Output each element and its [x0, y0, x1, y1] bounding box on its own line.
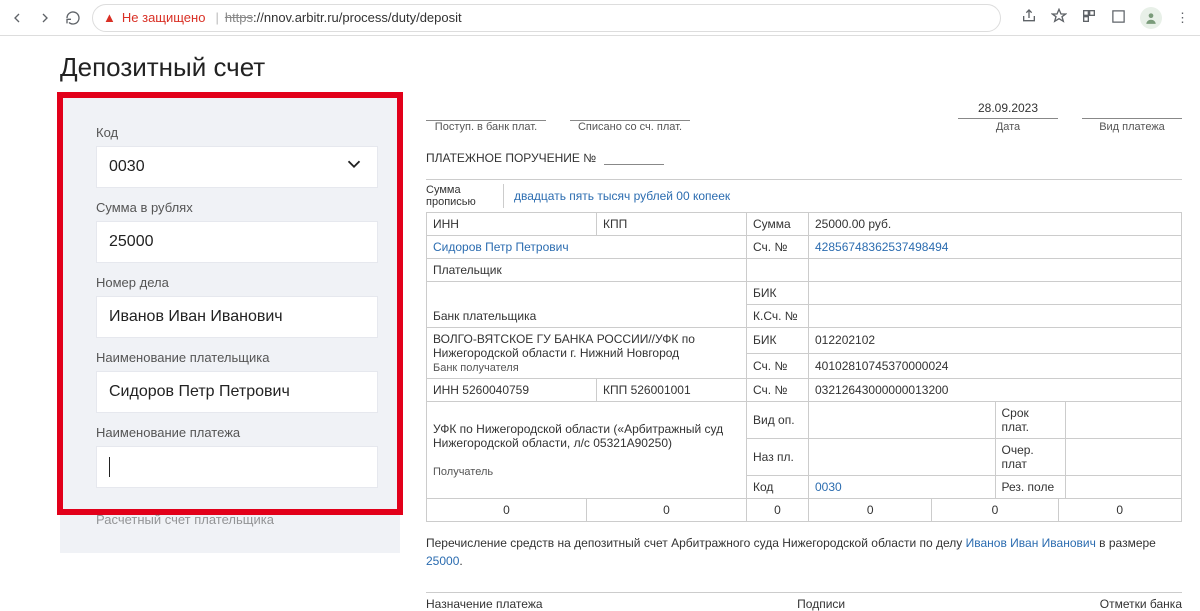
- payer-account-link[interactable]: 42856748362537498494: [815, 240, 948, 254]
- payment-grid: ИНН КПП Сумма 25000.00 руб. Сидоров Петр…: [426, 212, 1182, 522]
- profile-avatar[interactable]: [1140, 7, 1162, 29]
- reload-icon[interactable]: [64, 9, 82, 27]
- payment-order: Поступ. в банк плат. Списано со сч. плат…: [426, 95, 1182, 611]
- form-panel: Код 0030 Сумма в рублях 25000 Номер дела…: [60, 95, 400, 553]
- url-text: https://nnov.arbitr.ru/process/duty/depo…: [225, 10, 462, 25]
- page-title: Депозитный счет: [60, 52, 1182, 83]
- square-icon[interactable]: [1111, 9, 1126, 27]
- received-field: [426, 103, 546, 121]
- ftr-bank: Отметки банка: [1100, 597, 1182, 611]
- case-label: Номер дела: [96, 275, 378, 290]
- payer-account-label: Расчетный счет плательщика: [96, 512, 378, 527]
- star-icon[interactable]: [1051, 8, 1067, 27]
- payment-name-label: Наименование платежа: [96, 425, 378, 440]
- forward-icon[interactable]: [36, 9, 54, 27]
- code-label: Код: [96, 125, 378, 140]
- kod-link[interactable]: 0030: [815, 480, 842, 494]
- warning-icon: ▲: [103, 10, 116, 25]
- sum-label: Сумма в рублях: [96, 200, 378, 215]
- share-icon[interactable]: [1021, 8, 1037, 27]
- paytype-field: [1082, 101, 1182, 119]
- ext-icon[interactable]: [1081, 8, 1097, 27]
- payer-label: Наименование плательщика: [96, 350, 378, 365]
- sum-written-label: Сумма прописью: [426, 184, 504, 208]
- menu-icon[interactable]: ⋮: [1176, 10, 1188, 26]
- payment-name-input[interactable]: [96, 446, 378, 488]
- purpose-sum-link[interactable]: 25000: [426, 554, 459, 568]
- address-bar[interactable]: ▲ Не защищено | https://nnov.arbitr.ru/p…: [92, 4, 1001, 32]
- browser-chrome: ▲ Не защищено | https://nnov.arbitr.ru/p…: [0, 0, 1200, 36]
- code-select[interactable]: 0030: [96, 146, 378, 188]
- back-icon[interactable]: [8, 9, 26, 27]
- sum-written-value[interactable]: двадцать пять тысяч рублей 00 копеек: [514, 189, 730, 203]
- not-secure-label: Не защищено: [122, 10, 206, 25]
- chevron-down-icon: [343, 153, 365, 181]
- case-input[interactable]: Иванов Иван Иванович: [96, 296, 378, 338]
- ftr-purpose: Назначение платежа: [426, 597, 543, 611]
- writeoff-field: [570, 103, 690, 121]
- po-number-field: [604, 147, 664, 165]
- purpose-case-link[interactable]: Иванов Иван Иванович: [966, 536, 1096, 550]
- date-field: 28.09.2023: [958, 101, 1058, 119]
- sum-input[interactable]: 25000: [96, 221, 378, 263]
- purpose-text: Перечисление средств на депозитный счет …: [426, 534, 1182, 570]
- ftr-sign: Подписи: [797, 597, 845, 611]
- payer-input[interactable]: Сидоров Петр Петрович: [96, 371, 378, 413]
- payer-link[interactable]: Сидоров Петр Петрович: [433, 240, 569, 254]
- po-title: ПЛАТЕЖНОЕ ПОРУЧЕНИЕ №: [426, 151, 596, 165]
